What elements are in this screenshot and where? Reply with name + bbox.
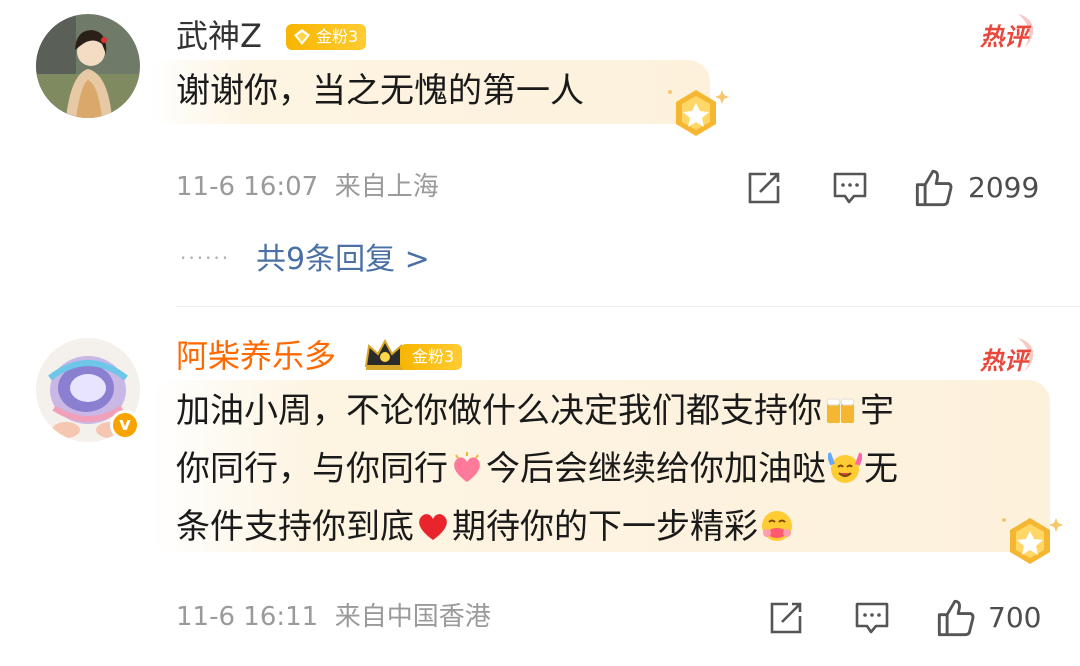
comment-text-line-1: 加油小周，不论你做什么决定我们都支持你 宇 xyxy=(176,384,894,439)
like-icon[interactable] xyxy=(936,598,976,638)
heart-emoji xyxy=(454,452,480,482)
diamond-icon xyxy=(294,29,310,45)
comment-text-segment: 无 xyxy=(864,449,898,489)
fan-badge[interactable]: 金粉3 xyxy=(286,24,367,50)
red-heart-emoji xyxy=(419,514,447,540)
badge-label: 金粉3 xyxy=(412,347,455,366)
comment-text-line-3: 条件支持你到底 期待你的下一步精彩 xyxy=(176,500,796,555)
hot-comment-icon: 热评 xyxy=(979,14,1034,51)
replies-dots: ······ xyxy=(180,246,231,270)
location: 来自上海 xyxy=(334,172,439,202)
verified-badge: v xyxy=(110,410,140,440)
repost-icon[interactable] xyxy=(768,600,804,636)
replies-link[interactable]: 共9条回复 > xyxy=(256,240,430,280)
hug-emoji xyxy=(762,511,792,541)
comment-text-segment: 今后会继续给你加油哒 xyxy=(486,449,826,489)
like-count: 700 xyxy=(988,601,1042,634)
comment-text-segment: 加油小周，不论你做什么决定我们都支持你 xyxy=(176,391,822,431)
svg-text:热评: 热评 xyxy=(979,347,1032,375)
like-icon[interactable] xyxy=(914,168,954,208)
fan-badge[interactable]: 金粉3 xyxy=(400,344,463,370)
beer-emoji xyxy=(826,398,855,423)
comment-icon[interactable] xyxy=(854,600,890,636)
comment-text-line-2: 你同行，与你同行 今后会继续给你加油哒 无 xyxy=(176,442,898,497)
timestamp: 11-6 16:11 来自中国香港 xyxy=(176,602,491,632)
comment-text-segment: 宇 xyxy=(860,391,894,431)
comment-text-segment: 期待你的下一步精彩 xyxy=(452,507,758,547)
comment-text-segment: 条件支持你到底 xyxy=(176,507,414,547)
avatar[interactable] xyxy=(36,14,140,118)
gold-medal-icon xyxy=(1002,518,1063,564)
comment-icon[interactable] xyxy=(832,170,868,206)
svg-text:热评: 热评 xyxy=(979,23,1032,51)
like-count: 2099 xyxy=(968,171,1040,204)
avatar-image xyxy=(36,14,140,118)
gold-medal-icon xyxy=(668,90,729,136)
comment-1: 武神Z 金粉3 热评 谢谢你，当之无愧的第一人 11-6 16:07 来自上海 … xyxy=(0,0,1080,305)
location: 来自中国香港 xyxy=(334,602,491,632)
timestamp: 11-6 16:07 来自上海 xyxy=(176,172,439,202)
hot-comment-icon: 热评 xyxy=(979,338,1034,375)
comment-text: 谢谢你，当之无愧的第一人 xyxy=(176,71,584,111)
username[interactable]: 武神Z xyxy=(176,16,262,56)
repost-icon[interactable] xyxy=(746,170,782,206)
badge-label: 金粉3 xyxy=(316,27,359,46)
username[interactable]: 阿柴养乐多 xyxy=(176,336,336,376)
cheer-emoji xyxy=(828,452,862,483)
comment-text-segment: 你同行，与你同行 xyxy=(176,449,448,489)
comment-2: v 阿柴养乐多 金粉3 热评 加油小周，不论你做什么决定我们都支持你 宇 你同行… xyxy=(0,306,1080,666)
